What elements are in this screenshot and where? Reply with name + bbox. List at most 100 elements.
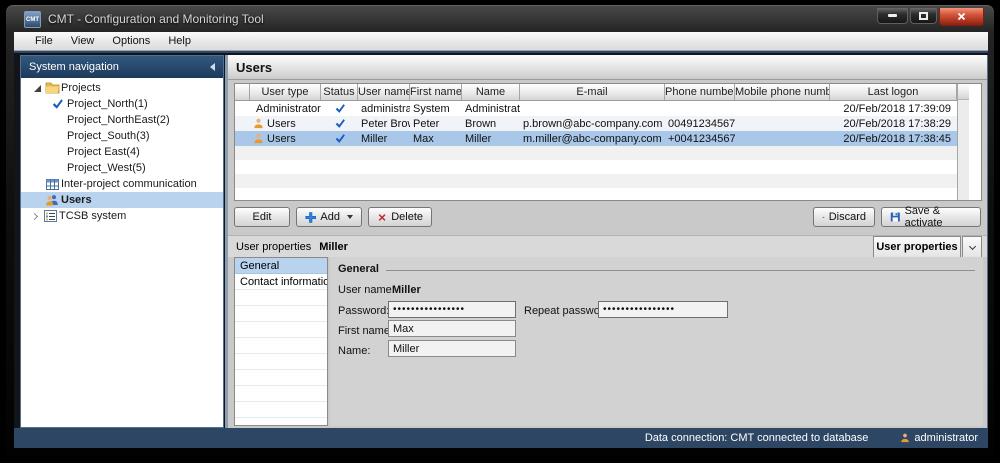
sidebar-header-label: System navigation xyxy=(29,61,119,73)
header-user-name[interactable]: User name xyxy=(358,84,410,100)
table-header-row: User type Status User name First name Na… xyxy=(235,84,957,101)
empty-row xyxy=(235,322,327,338)
save-activate-button[interactable]: Save & activate xyxy=(881,207,981,227)
undo-arrow-icon xyxy=(822,211,825,224)
menu-view[interactable]: View xyxy=(62,35,104,47)
general-form: General User name: Miller Password: Repe… xyxy=(330,257,983,426)
tree-item-label: TCSB system xyxy=(59,210,126,222)
cell-name: Brown xyxy=(462,116,520,131)
empty-row xyxy=(235,354,327,370)
expander-collapsed-icon[interactable] xyxy=(30,212,37,219)
chevron-down-icon xyxy=(968,242,975,249)
content-area: System navigation Projects Project_North xyxy=(14,51,988,428)
users-table: User type Status User name First name Na… xyxy=(234,83,982,201)
tree-item-project-east[interactable]: Project East(4) xyxy=(21,144,223,160)
properties-tab-dropdown[interactable] xyxy=(962,236,982,257)
table-row-peter-brown[interactable]: Users Peter Brown Peter Brown p.brown@ab… xyxy=(235,116,957,131)
menu-help[interactable]: Help xyxy=(159,35,200,47)
cell-first-name: Max xyxy=(410,131,462,146)
cell-phone: +004123456789 xyxy=(665,131,735,146)
add-button-label: Add xyxy=(320,211,340,223)
cell-user-type: Administrator xyxy=(256,103,321,115)
first-name-label: First name: xyxy=(338,325,393,337)
cell-first-name: Peter xyxy=(410,116,462,131)
edit-button-label: Edit xyxy=(253,211,272,223)
folder-icon xyxy=(43,82,61,94)
discard-button[interactable]: Discard xyxy=(813,207,875,227)
first-name-input[interactable] xyxy=(388,320,516,337)
cell-mobile xyxy=(735,116,830,131)
table-row-miller-selected[interactable]: Users Miller Max Miller m.miller@abc-com… xyxy=(235,131,957,146)
page-title: Users xyxy=(228,55,987,80)
menu-options[interactable]: Options xyxy=(103,35,159,47)
tree-item-label: Project East(4) xyxy=(67,146,140,158)
tree-item-project-north[interactable]: Project_North(1) xyxy=(21,96,223,112)
header-name[interactable]: Name xyxy=(462,84,520,100)
tree-item-label: Project_NorthEast(2) xyxy=(67,114,170,126)
minimize-button[interactable] xyxy=(877,8,908,24)
cell-last-logon: 20/Feb/2018 17:38:29 xyxy=(830,116,957,131)
cell-first-name: System xyxy=(410,101,462,116)
properties-bar-value: Miller xyxy=(319,241,348,253)
properties-bar-label: User properties xyxy=(236,241,311,253)
delete-button-label: Delete xyxy=(391,211,423,223)
tree-item-projects[interactable]: Projects xyxy=(21,80,223,96)
header-last-logon[interactable]: Last logon xyxy=(830,84,957,100)
cell-user-type: Users xyxy=(267,133,296,145)
delete-button[interactable]: Delete xyxy=(368,207,432,227)
empty-row xyxy=(235,418,327,426)
cell-email: p.brown@abc-company.com xyxy=(520,116,665,131)
header-selector[interactable] xyxy=(235,84,250,100)
tree-item-label: Projects xyxy=(61,82,101,94)
tree-item-project-northeast[interactable]: Project_NorthEast(2) xyxy=(21,112,223,128)
cell-user-name: administrator xyxy=(358,101,410,116)
tree-item-users[interactable]: Users xyxy=(21,192,223,208)
logged-in-user-label: administrator xyxy=(914,432,978,444)
table-scrollbar[interactable] xyxy=(957,84,969,200)
section-rule xyxy=(386,270,975,271)
tree-item-tcsb-system[interactable]: TCSB system xyxy=(21,208,223,224)
close-button[interactable] xyxy=(939,8,984,26)
tree-item-label: Project_West(5) xyxy=(67,162,146,174)
person-user-icon xyxy=(253,118,264,129)
header-first-name[interactable]: First name xyxy=(410,84,462,100)
cell-last-logon: 20/Feb/2018 17:39:09 xyxy=(830,101,957,116)
table-row-administrator[interactable]: Administrator administrator System Admin… xyxy=(235,101,957,116)
app-window: CMT CMT - Configuration and Monitoring T… xyxy=(5,4,995,456)
tree-item-label: Users xyxy=(61,194,92,206)
list-config-icon xyxy=(41,210,59,222)
repeat-password-input[interactable] xyxy=(598,301,728,318)
expander-expanded-icon[interactable] xyxy=(34,85,41,92)
user-name-label: User name: xyxy=(338,284,395,296)
name-input[interactable] xyxy=(388,340,516,357)
header-user-type[interactable]: User type xyxy=(250,84,321,100)
tab-user-properties[interactable]: User properties xyxy=(873,236,961,257)
check-icon xyxy=(51,98,67,110)
add-button[interactable]: Add xyxy=(296,207,362,227)
cell-phone xyxy=(665,101,735,116)
grid-table-icon xyxy=(43,179,61,190)
collapse-panel-icon[interactable] xyxy=(210,63,215,71)
menu-file[interactable]: File xyxy=(26,35,62,47)
system-navigation-panel: System navigation Projects Project_North xyxy=(20,55,224,428)
header-email[interactable]: E-mail xyxy=(520,84,665,100)
maximize-button[interactable] xyxy=(910,8,937,24)
x-mark-icon xyxy=(377,212,387,223)
cell-mobile xyxy=(735,131,830,146)
add-dropdown-icon[interactable] xyxy=(347,215,353,219)
status-check-icon xyxy=(334,133,346,144)
tree-item-inter-project-communication[interactable]: Inter-project communication xyxy=(21,176,223,192)
empty-row xyxy=(235,188,957,202)
header-mobile[interactable]: Mobile phone number xyxy=(735,84,830,100)
header-status[interactable]: Status xyxy=(321,84,358,100)
header-phone[interactable]: Phone number xyxy=(665,84,735,100)
tree-item-project-south[interactable]: Project_South(3) xyxy=(21,128,223,144)
tree-item-project-west[interactable]: Project_West(5) xyxy=(21,160,223,176)
cell-email: m.miller@abc-company.com xyxy=(520,131,665,146)
person-user-icon xyxy=(253,133,264,144)
password-input[interactable] xyxy=(388,301,516,318)
nav-item-general[interactable]: General xyxy=(235,258,327,274)
nav-item-contact-information[interactable]: Contact information xyxy=(235,274,327,290)
tree-item-label: Project_South(3) xyxy=(67,130,150,142)
edit-button[interactable]: Edit xyxy=(234,207,290,227)
